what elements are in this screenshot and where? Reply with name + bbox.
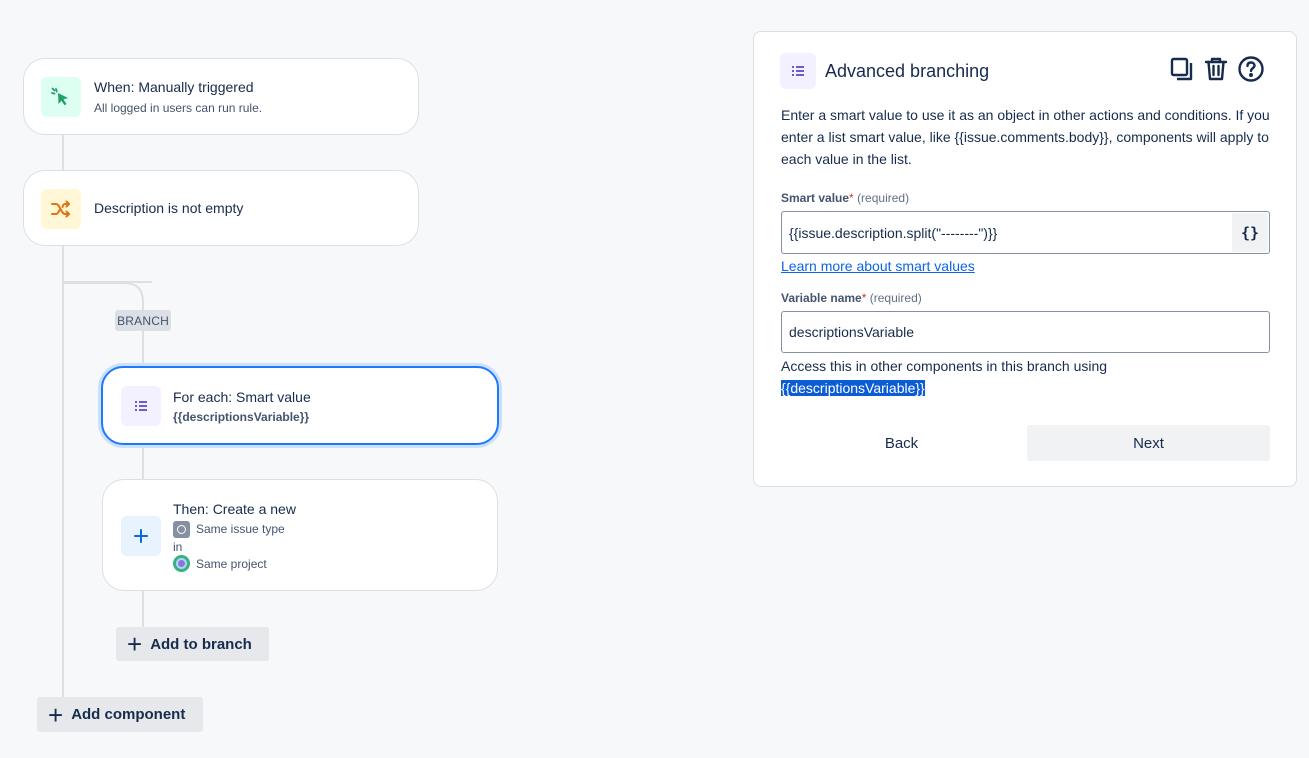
foreach-subtitle: {{descriptionsVariable}} xyxy=(173,410,310,424)
trigger-card[interactable]: When: Manually triggered All logged in u… xyxy=(23,58,419,135)
plus-icon: + xyxy=(127,629,143,659)
panel-description: Enter a smart value to use it as an obje… xyxy=(781,107,1270,167)
variable-name-input[interactable] xyxy=(789,324,1269,340)
foreach-title: For each: Smart value xyxy=(173,389,311,405)
connector-branch-3 xyxy=(142,590,144,628)
learn-more-link[interactable]: Learn more about smart values xyxy=(781,258,975,274)
project-avatar-icon xyxy=(173,555,190,572)
variable-name-field[interactable] xyxy=(781,311,1270,353)
action-issue-type: Same issue type xyxy=(196,522,285,536)
list-icon xyxy=(780,53,816,89)
config-panel: Advanced branching Enter a smart value t… xyxy=(753,31,1297,487)
add-to-branch-label: Add to branch xyxy=(150,635,252,653)
add-component-label: Add component xyxy=(71,706,186,723)
connector-branch-1 xyxy=(142,331,144,367)
branch-tag: BRANCH xyxy=(115,310,171,331)
next-button[interactable]: Next xyxy=(1027,425,1270,461)
connector-branch-2 xyxy=(142,444,144,480)
variable-hint-token: {{descriptionsVariable}} xyxy=(781,380,925,396)
action-title: Then: Create a new xyxy=(173,501,296,517)
panel-title: Advanced branching xyxy=(825,61,990,81)
copy-icon xyxy=(1170,57,1193,81)
back-button[interactable]: Back xyxy=(781,425,1022,461)
foreach-card[interactable]: For each: Smart value {{descriptionsVari… xyxy=(101,366,499,445)
list-icon xyxy=(121,386,161,426)
smart-value-picker-button[interactable]: {} xyxy=(1232,213,1268,252)
help-icon xyxy=(1238,56,1264,82)
variable-hint: Access this in other components in this … xyxy=(781,355,1107,399)
action-project: Same project xyxy=(196,557,267,571)
smart-value-input[interactable] xyxy=(789,224,1269,241)
variable-name-label: Variable name* (required) xyxy=(781,291,922,305)
help-button[interactable] xyxy=(1236,54,1266,84)
action-in: in xyxy=(173,540,183,554)
issue-type-icon xyxy=(173,521,190,538)
action-card[interactable]: Then: Create a new Same issue type in Sa… xyxy=(102,479,498,591)
smart-value-field[interactable]: {} xyxy=(781,211,1270,254)
trigger-subtitle: All logged in users can run rule. xyxy=(94,101,263,115)
plus-icon xyxy=(121,516,161,556)
add-component-button[interactable]: + Add component xyxy=(37,697,203,732)
condition-card[interactable]: Description is not empty xyxy=(23,170,419,246)
add-to-branch-button[interactable]: + Add to branch xyxy=(116,627,269,661)
duplicate-button[interactable] xyxy=(1167,54,1197,84)
trash-icon xyxy=(1204,57,1228,81)
condition-title: Description is not empty xyxy=(94,200,244,216)
variable-hint-text: Access this in other components in this … xyxy=(781,358,1108,374)
plus-icon: + xyxy=(48,699,64,730)
shuffle-icon xyxy=(41,189,81,229)
smart-value-label: Smart value* (required) xyxy=(781,191,910,205)
delete-button[interactable] xyxy=(1201,54,1231,84)
cursor-click-icon xyxy=(41,77,81,117)
trigger-title: When: Manually triggered xyxy=(94,79,254,95)
